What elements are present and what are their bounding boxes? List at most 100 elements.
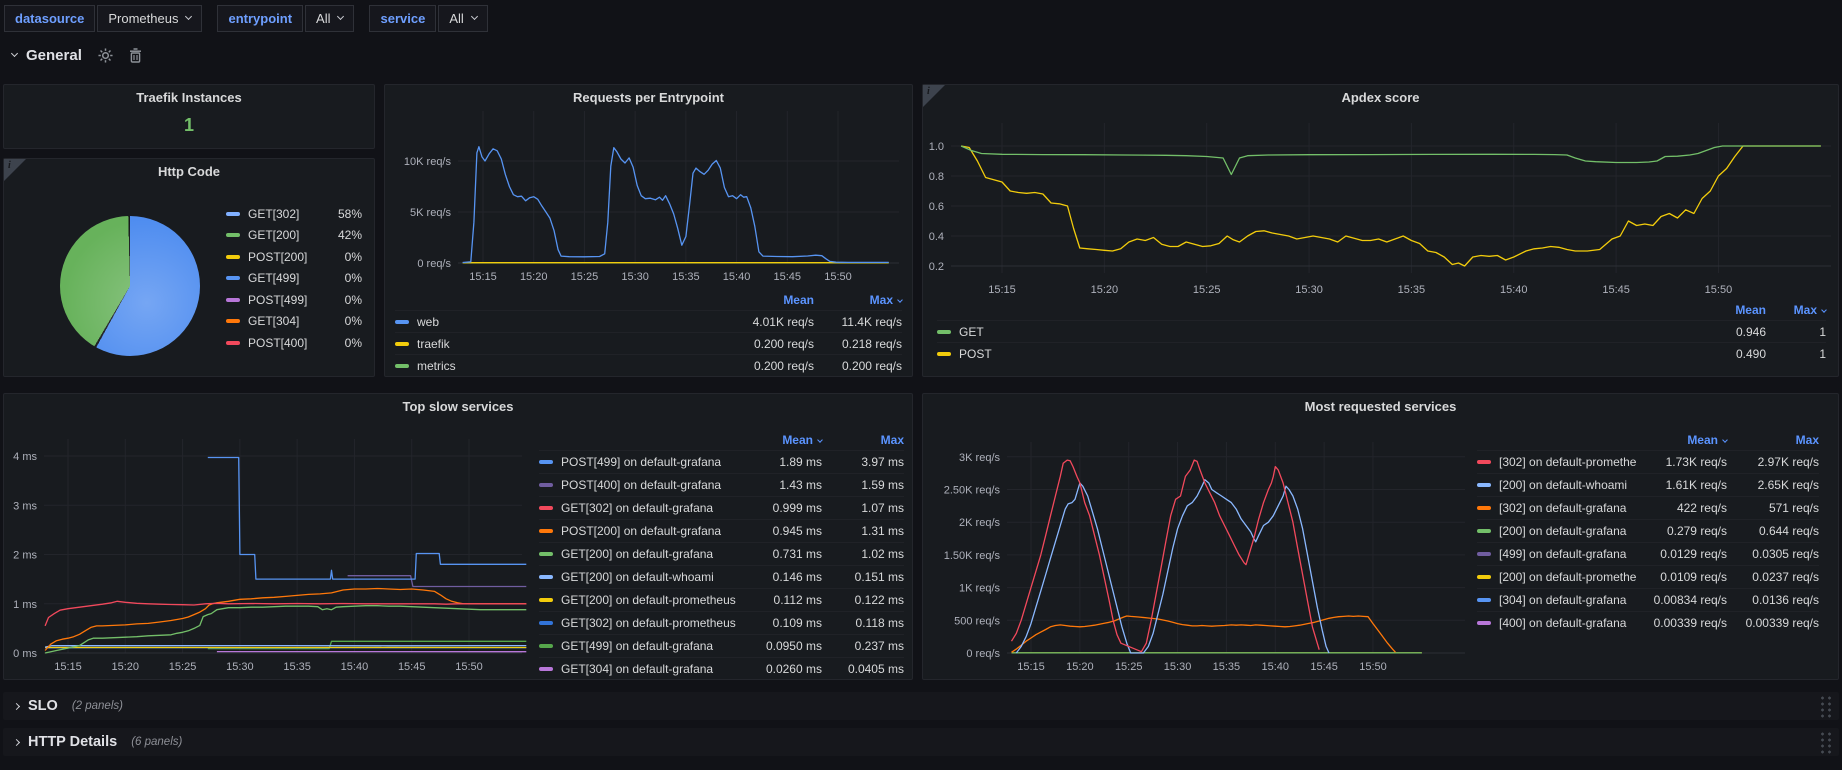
series-label[interactable]: GET[302] on default-prometheus bbox=[561, 616, 742, 630]
series-label[interactable]: metrics bbox=[417, 359, 719, 373]
series-label[interactable]: GET[200] on default-prometheus bbox=[561, 593, 742, 607]
series-label[interactable]: POST[499] on default-grafana bbox=[561, 455, 742, 469]
series-label[interactable]: POST[400] on default-grafana bbox=[561, 478, 742, 492]
series-color-swatch[interactable] bbox=[226, 341, 240, 345]
series-label[interactable]: traefik bbox=[417, 337, 719, 351]
series-color-swatch[interactable] bbox=[539, 506, 553, 510]
svg-text:15:40: 15:40 bbox=[341, 661, 369, 673]
series-color-swatch[interactable] bbox=[226, 319, 240, 323]
series-color-swatch[interactable] bbox=[539, 621, 553, 625]
series-label[interactable]: GET[200] on default-grafana bbox=[561, 547, 742, 561]
series-label[interactable]: GET bbox=[959, 325, 1696, 339]
legend-sort-mean[interactable]: Mean bbox=[1696, 303, 1766, 317]
series-label[interactable]: [302] on default-grafana bbox=[1499, 501, 1637, 515]
series-color-swatch[interactable] bbox=[1477, 460, 1491, 464]
variable-select-datasource[interactable]: Prometheus bbox=[97, 5, 202, 32]
panel-title[interactable]: Http Code bbox=[4, 164, 374, 179]
series-color-swatch[interactable] bbox=[226, 233, 240, 237]
svg-text:0 ms: 0 ms bbox=[13, 648, 37, 660]
row-title-slo[interactable]: SLO bbox=[28, 698, 58, 714]
series-label[interactable]: GET[302] on default-grafana bbox=[561, 501, 742, 515]
series-color-swatch[interactable] bbox=[539, 529, 553, 533]
legend-sort-mean[interactable]: Mean bbox=[742, 433, 822, 447]
series-mean-value: 0.279 req/s bbox=[1637, 524, 1727, 538]
series-color-swatch[interactable] bbox=[1477, 506, 1491, 510]
series-color-swatch[interactable] bbox=[539, 598, 553, 602]
legend-row: [302] on default-prometheus1.73K req/s2.… bbox=[1477, 450, 1819, 473]
series-label[interactable]: POST[400] bbox=[248, 336, 328, 350]
series-label[interactable]: POST[200] bbox=[248, 250, 328, 264]
svg-text:15:30: 15:30 bbox=[621, 271, 649, 283]
row-header-http-details[interactable]: HTTP Details (6 panels) bbox=[3, 728, 1839, 756]
series-label[interactable]: [200] on default-grafana bbox=[1499, 524, 1637, 538]
row-drag-handle-icon[interactable] bbox=[1819, 731, 1832, 754]
series-color-swatch[interactable] bbox=[1477, 483, 1491, 487]
series-label[interactable]: [200] on default-whoami bbox=[1499, 478, 1637, 492]
series-color-swatch[interactable] bbox=[539, 644, 553, 648]
series-color-swatch[interactable] bbox=[937, 330, 951, 334]
legend-row: [200] on default-whoami1.61K req/s2.65K … bbox=[1477, 473, 1819, 496]
legend-sort-max[interactable]: Max bbox=[814, 293, 902, 307]
series-label[interactable]: POST[200] on default-grafana bbox=[561, 524, 742, 538]
series-color-swatch[interactable] bbox=[226, 255, 240, 259]
svg-text:15:35: 15:35 bbox=[672, 271, 700, 283]
legend-row: GET[200] on default-grafana0.731 ms1.02 … bbox=[539, 542, 904, 565]
series-color-swatch[interactable] bbox=[395, 342, 409, 346]
series-color-swatch[interactable] bbox=[226, 298, 240, 302]
series-color-swatch[interactable] bbox=[395, 320, 409, 324]
series-color-swatch[interactable] bbox=[539, 552, 553, 556]
legend-sort-max[interactable]: Max bbox=[1766, 303, 1826, 317]
series-color-swatch[interactable] bbox=[1477, 621, 1491, 625]
series-label[interactable]: [400] on default-grafana bbox=[1499, 616, 1637, 630]
series-color-swatch[interactable] bbox=[539, 460, 553, 464]
series-label[interactable]: [302] on default-prometheus bbox=[1499, 455, 1637, 469]
legend-sort-max[interactable]: Max bbox=[1727, 433, 1819, 447]
series-label[interactable]: GET[200] bbox=[248, 228, 328, 242]
series-color-swatch[interactable] bbox=[1477, 575, 1491, 579]
series-label[interactable]: GET[304] bbox=[248, 314, 328, 328]
series-label[interactable]: GET[499] bbox=[248, 271, 328, 285]
series-color-swatch[interactable] bbox=[395, 364, 409, 368]
row-header-general[interactable]: General bbox=[3, 40, 1839, 70]
row-panel-count: (6 panels) bbox=[131, 736, 182, 748]
series-mean-value: 0.946 bbox=[1696, 325, 1766, 339]
variable-select-service[interactable]: All bbox=[438, 5, 487, 32]
row-title-http-details[interactable]: HTTP Details bbox=[28, 734, 117, 750]
series-label[interactable]: GET[302] bbox=[248, 207, 328, 221]
row-settings-button[interactable] bbox=[98, 48, 113, 63]
series-label[interactable]: [304] on default-grafana bbox=[1499, 593, 1637, 607]
legend-sort-mean[interactable]: Mean bbox=[719, 293, 814, 307]
series-color-swatch[interactable] bbox=[1477, 552, 1491, 556]
series-label[interactable]: POST[499] bbox=[248, 293, 328, 307]
info-corner-icon[interactable]: i bbox=[923, 85, 945, 107]
legend-sort-max[interactable]: Max bbox=[822, 433, 904, 447]
series-label[interactable]: POST bbox=[959, 347, 1696, 361]
series-color-swatch[interactable] bbox=[226, 276, 240, 280]
variable-select-entrypoint[interactable]: All bbox=[305, 5, 354, 32]
http-code-pie-chart[interactable] bbox=[60, 216, 200, 356]
legend-sort-mean[interactable]: Mean bbox=[1637, 433, 1727, 447]
panel-title[interactable]: Traefik Instances bbox=[4, 90, 374, 105]
series-color-swatch[interactable] bbox=[1477, 598, 1491, 602]
svg-text:2.50K req/s: 2.50K req/s bbox=[944, 485, 1001, 497]
row-delete-button[interactable] bbox=[129, 48, 142, 63]
row-header-slo[interactable]: SLO (2 panels) bbox=[3, 692, 1839, 720]
row-drag-handle-icon[interactable] bbox=[1819, 695, 1832, 718]
variable-entrypoint: entrypoint All bbox=[217, 5, 354, 32]
row-title-general[interactable]: General bbox=[26, 47, 82, 64]
series-color-swatch[interactable] bbox=[539, 575, 553, 579]
info-corner-icon[interactable]: i bbox=[4, 159, 26, 181]
series-color-swatch[interactable] bbox=[539, 667, 553, 671]
chevron-down-icon bbox=[897, 297, 903, 303]
series-label[interactable]: [200] on default-prometheus bbox=[1499, 570, 1637, 584]
variable-value-service: All bbox=[449, 11, 463, 26]
series-color-swatch[interactable] bbox=[1477, 529, 1491, 533]
series-color-swatch[interactable] bbox=[937, 352, 951, 356]
series-color-swatch[interactable] bbox=[226, 212, 240, 216]
series-label[interactable]: web bbox=[417, 315, 719, 329]
series-label[interactable]: GET[499] on default-grafana bbox=[561, 639, 742, 653]
series-label[interactable]: GET[200] on default-whoami bbox=[561, 570, 742, 584]
series-color-swatch[interactable] bbox=[539, 483, 553, 487]
series-label[interactable]: GET[304] on default-grafana bbox=[561, 662, 742, 676]
series-label[interactable]: [499] on default-grafana bbox=[1499, 547, 1637, 561]
